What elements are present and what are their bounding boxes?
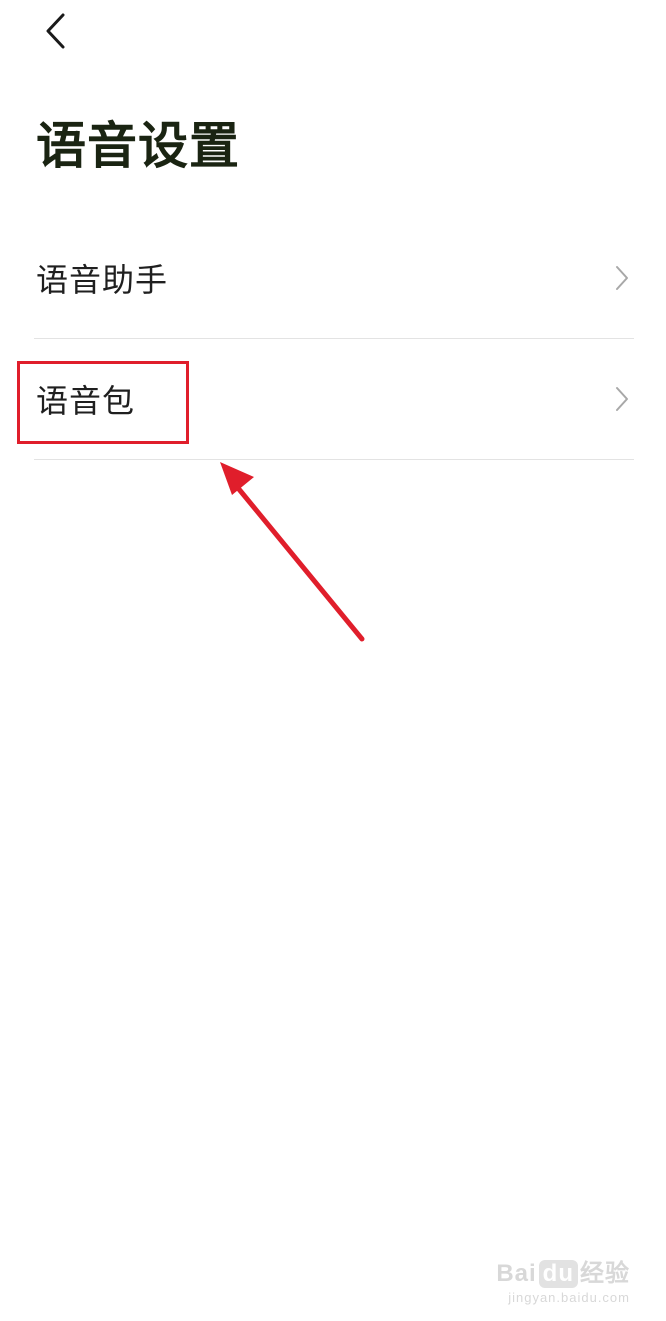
row-label: 语音助手 [36, 261, 169, 299]
back-button[interactable] [30, 6, 80, 56]
chevron-right-icon [616, 387, 628, 411]
watermark: Bai du 经验 jingyan.baidu.com [496, 1253, 630, 1305]
settings-list: 语音助手 语音包 [34, 218, 634, 460]
chevron-left-icon [46, 13, 65, 49]
watermark-brand: Bai du 经验 [496, 1253, 630, 1288]
baidu-paw-icon: du [538, 1260, 578, 1288]
red-arrow [220, 462, 365, 642]
row-label: 语音包 [36, 382, 136, 420]
chevron-right-icon [616, 266, 628, 290]
settings-row-voice-pack[interactable]: 语音包 [34, 339, 634, 460]
page-title: 语音设置 [36, 117, 240, 175]
watermark-brand-pre: Bai [496, 1260, 537, 1287]
watermark-brand-post: 经验 [580, 1260, 630, 1287]
watermark-url: jingyan.baidu.com [508, 1290, 630, 1305]
settings-row-voice-assistant[interactable]: 语音助手 [34, 218, 634, 339]
